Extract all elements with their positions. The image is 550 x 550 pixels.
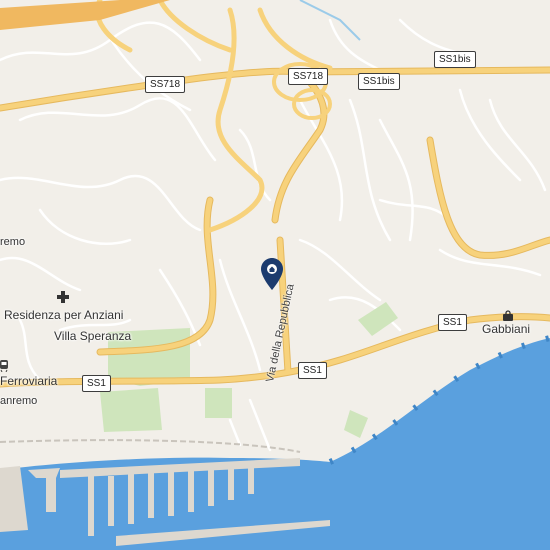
motorway-segment [0,0,170,30]
place-label-villa-speranza: Villa Speranza [54,329,132,343]
railway-icon[interactable] [0,357,8,376]
sea [330,338,550,550]
road-shield-ss718: SS718 [145,76,186,93]
road-shield-ss718: SS718 [288,68,329,85]
map-marker-icon[interactable] [260,257,284,295]
road-shield-ss1bis: SS1bis [358,73,400,90]
place-label-residenza: Residenza per Anziani [4,308,124,322]
place-label-sanremo: anremo [0,395,38,407]
park-areas [100,302,398,438]
place-label-ferroviaria: Ferroviaria [0,374,58,388]
medical-cross-icon[interactable] [56,289,70,308]
road-shield-ss1: SS1 [82,375,111,392]
road-shield-ss1: SS1 [438,314,467,331]
railway-line [0,439,301,453]
road-shield-ss1: SS1 [298,362,327,379]
map-canvas[interactable]: SS718 SS718 SS1bis SS1bis SS1 SS1 SS1 re… [0,0,550,550]
place-label-remo: remo [0,236,26,248]
road-shield-ss1bis: SS1bis [434,51,476,68]
shopping-bag-icon[interactable] [502,307,514,326]
